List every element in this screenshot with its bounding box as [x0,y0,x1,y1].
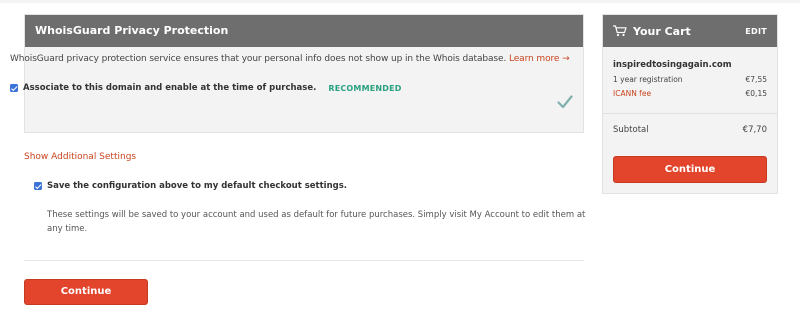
save-default-checkbox[interactable] [34,182,42,190]
learn-more-link[interactable]: Learn more → [509,54,570,64]
top-divider [0,0,800,3]
whoisguard-title: WhoisGuard Privacy Protection [25,15,583,47]
whoisguard-description: WhoisGuard privacy protection service en… [10,54,570,64]
cart-line-item-price: €7,55 [745,75,767,84]
whoisguard-panel: WhoisGuard Privacy Protection [24,14,584,133]
checkmark-icon [557,95,573,109]
whoisguard-checkbox[interactable] [10,84,18,92]
save-default-note: These settings will be saved to your acc… [47,210,586,234]
cart-domain: inspiredtosingagain.com [613,60,732,70]
save-default-option[interactable]: Save the configuration above to my defau… [34,181,347,191]
whoisguard-option[interactable]: Associate to this domain and enable at t… [10,83,402,93]
cart-line-item-name: ICANN fee [613,89,652,98]
recommended-badge: RECOMMENDED [328,83,402,93]
cart-continue-button[interactable]: Continue [613,156,767,183]
section-divider [24,260,584,261]
whoisguard-description-text: WhoisGuard privacy protection service en… [10,54,507,64]
cart-panel: Your Cart EDIT inspiredtosingagain.com 1… [602,14,778,194]
save-default-label: Save the configuration above to my defau… [47,181,348,191]
cart-subtotal-value: €7,70 [742,125,767,135]
cart-line-item-price: €0,15 [745,89,767,98]
cart-header: Your Cart EDIT [603,15,777,47]
cart-edit-link[interactable]: EDIT [745,27,767,36]
continue-button[interactable]: Continue [24,279,148,305]
cart-line-item: 1 year registration €7,55 [613,75,767,84]
cart-divider [603,113,777,114]
cart-icon [613,25,627,37]
show-additional-settings-link[interactable]: Show Additional Settings [24,152,136,162]
cart-subtotal: Subtotal €7,70 [613,125,767,135]
cart-subtotal-label: Subtotal [613,125,649,135]
cart-line-item-name: 1 year registration [613,75,683,84]
cart-title: Your Cart [633,24,691,38]
whoisguard-option-label: Associate to this domain and enable at t… [23,83,317,93]
cart-line-item: ICANN fee €0,15 [613,89,767,98]
